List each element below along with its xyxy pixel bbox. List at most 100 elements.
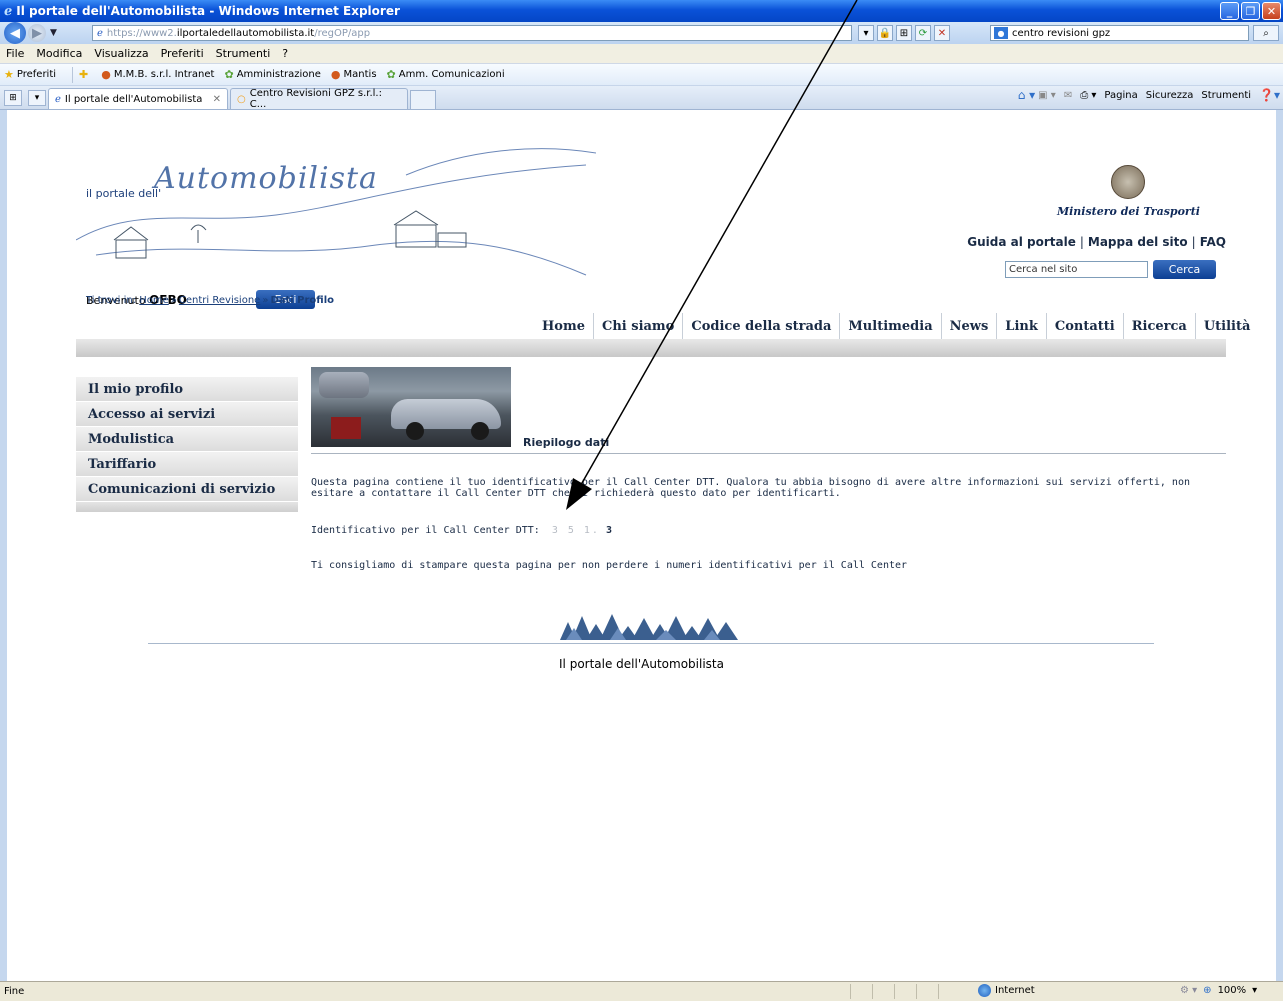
add-favorite-button[interactable]: ✚: [79, 68, 91, 81]
nav-multimedia[interactable]: Multimedia: [839, 313, 940, 339]
emblem-icon: [1111, 165, 1146, 199]
zoom-level: 100%: [1217, 985, 1247, 996]
tab-portale[interactable]: ℯ Il portale dell'Automobilista ✕: [48, 88, 228, 109]
print-icon[interactable]: ⎙ ▾: [1080, 90, 1096, 101]
ministry-name: Ministero dei Trasporti: [1056, 205, 1200, 218]
breadcrumb-home[interactable]: Home: [139, 295, 169, 306]
link-guida[interactable]: Guida al portale: [967, 235, 1076, 249]
url-host: ilportaledellautomobilista.it: [176, 27, 315, 39]
breadcrumb-current: Dati Profilo: [270, 295, 335, 306]
nav-home[interactable]: Home: [534, 313, 593, 339]
status-text: Fine: [4, 986, 25, 997]
site-search-button[interactable]: Cerca: [1153, 260, 1216, 279]
fav-item-mmb[interactable]: ● M.M.B. s.r.l. Intranet: [101, 68, 214, 81]
gear-icon: ✿: [386, 68, 396, 81]
globe-icon: [978, 984, 991, 997]
tab-centro-revisioni[interactable]: ○ Centro Revisioni GPZ s.r.l.: C...: [230, 88, 408, 110]
gear-icon: ✿: [224, 68, 234, 81]
firefox-icon: ●: [330, 68, 341, 81]
tools-menu[interactable]: Strumenti: [1201, 90, 1251, 101]
nav-utilita[interactable]: Utilità: [1194, 313, 1259, 339]
menu-preferiti[interactable]: Preferiti: [161, 47, 204, 60]
zoom-icon: ⊕: [1203, 985, 1212, 996]
nav-link[interactable]: Link: [996, 313, 1046, 339]
fav-item-mantis[interactable]: ● Mantis: [331, 68, 377, 81]
url-prefix: https://www2.: [106, 27, 177, 39]
section-divider: [311, 453, 1226, 454]
new-tab-button[interactable]: [410, 90, 436, 109]
ministry-logo: Ministero dei Trasporti: [1057, 165, 1200, 218]
favorites-label: Preferiti: [16, 69, 57, 80]
zoom-control[interactable]: ⚙ ▾ ⊕ 100% ▾: [1180, 985, 1257, 996]
help-icon[interactable]: ❓▾: [1259, 88, 1280, 102]
star-icon: ★: [4, 68, 14, 81]
menu-help[interactable]: ?: [282, 47, 288, 60]
stop-icon[interactable]: ✕: [934, 25, 950, 41]
link-mappa[interactable]: Mappa del sito: [1088, 235, 1188, 249]
firefox-icon: ●: [101, 68, 111, 81]
fav-label: Amministrazione: [236, 69, 321, 80]
menu-bar: File Modifica Visualizza Preferiti Strum…: [0, 44, 1283, 64]
nav-news[interactable]: News: [940, 313, 997, 339]
history-dropdown-icon[interactable]: ▼: [50, 28, 57, 38]
link-faq[interactable]: FAQ: [1200, 235, 1226, 249]
logo-text-big: Automobilista: [154, 161, 378, 196]
menu-file[interactable]: File: [6, 47, 24, 60]
back-button[interactable]: ◀: [4, 22, 26, 44]
zoom-dropdown-icon[interactable]: ▾: [1252, 985, 1257, 996]
footer-line: [148, 643, 1154, 644]
nav-ricerca[interactable]: Ricerca: [1122, 313, 1195, 339]
menu-modifica[interactable]: Modifica: [36, 47, 82, 60]
page-viewport: il portale dell' Automobilista Benvenuto…: [0, 110, 1283, 981]
window-titlebar: ℯ Il portale dell'Automobilista - Window…: [0, 0, 1283, 22]
compatibility-icon[interactable]: ⊞: [896, 25, 912, 41]
restore-button[interactable]: ❐: [1241, 2, 1260, 20]
sidebar-item-profilo[interactable]: Il mio profilo: [76, 377, 298, 402]
minimize-button[interactable]: _: [1220, 2, 1239, 20]
url-path: /regOP/app: [314, 27, 371, 39]
breadcrumb-centri[interactable]: Centri Revisione: [179, 295, 260, 306]
sidebar-item-modulistica[interactable]: Modulistica: [76, 427, 298, 452]
menu-strumenti[interactable]: Strumenti: [216, 47, 271, 60]
fav-label: Mantis: [343, 69, 377, 80]
address-input[interactable]: ℯ https://www2. ilportaledellautomobilist…: [92, 25, 852, 41]
quick-tabs-icon[interactable]: ⊞: [4, 90, 22, 106]
search-go-icon[interactable]: ⌕: [1253, 25, 1279, 41]
address-dropdown-icon[interactable]: ▾: [858, 25, 874, 41]
close-button[interactable]: ✕: [1262, 2, 1281, 20]
close-tab-icon[interactable]: ✕: [213, 94, 221, 105]
address-toolbar: ◀ ▶ ▼ ℯ https://www2. ilportaledellautomo…: [0, 22, 1283, 44]
ie-search-input[interactable]: ● centro revisioni gpz: [990, 25, 1249, 41]
tab-list-icon[interactable]: ▾: [28, 90, 46, 106]
sidebar-item-tariffario[interactable]: Tariffario: [76, 452, 298, 477]
tab-label: Il portale dell'Automobilista: [64, 93, 203, 105]
site-search-input[interactable]: Cerca nel sito: [1005, 261, 1148, 278]
home-icon[interactable]: ⌂ ▾: [1018, 88, 1035, 102]
sidebar-item-comunicazioni[interactable]: Comunicazioni di servizio: [76, 477, 298, 502]
refresh-icon[interactable]: ⟳: [915, 25, 931, 41]
nav-contatti[interactable]: Contatti: [1045, 313, 1123, 339]
nav-chi-siamo[interactable]: Chi siamo: [592, 313, 682, 339]
security-zone[interactable]: Internet: [978, 984, 1035, 997]
fav-item-amm-comunicazioni[interactable]: ✿ Amm. Comunicazioni: [387, 68, 505, 81]
identifier-row: Identificativo per il Call Center DTT: 3…: [311, 525, 612, 536]
menu-visualizza[interactable]: Visualizza: [94, 47, 148, 60]
nav-codice-strada[interactable]: Codice della strada: [682, 313, 839, 339]
breadcrumb-prefix: Ti trovi in:: [86, 295, 137, 306]
fav-item-amministrazione[interactable]: ✿ Amministrazione: [224, 68, 320, 81]
forward-button[interactable]: ▶: [28, 24, 46, 42]
sidebar-item-accesso[interactable]: Accesso ai servizi: [76, 402, 298, 427]
garage-photo: [311, 367, 511, 447]
feeds-icon[interactable]: ▣ ▾: [1038, 90, 1056, 101]
live-search-icon: ●: [994, 27, 1008, 39]
favorites-button[interactable]: ★ Preferiti: [4, 68, 56, 81]
page-menu[interactable]: Pagina: [1104, 90, 1137, 101]
window-title: Il portale dell'Automobilista - Windows …: [16, 4, 400, 18]
main-nav: Home Chi siamo Codice della strada Multi…: [534, 313, 1258, 339]
security-menu[interactable]: Sicurezza: [1146, 90, 1194, 101]
status-bar: Fine Internet ⚙ ▾ ⊕ 100% ▾: [0, 981, 1283, 1001]
lock-icon[interactable]: 🔒: [877, 25, 893, 41]
favorites-bar: ★ Preferiti ✚ ● M.M.B. s.r.l. Intranet ✿…: [0, 64, 1283, 86]
ie-search-value: centro revisioni gpz: [1012, 27, 1111, 39]
mail-icon[interactable]: ✉: [1064, 90, 1072, 101]
